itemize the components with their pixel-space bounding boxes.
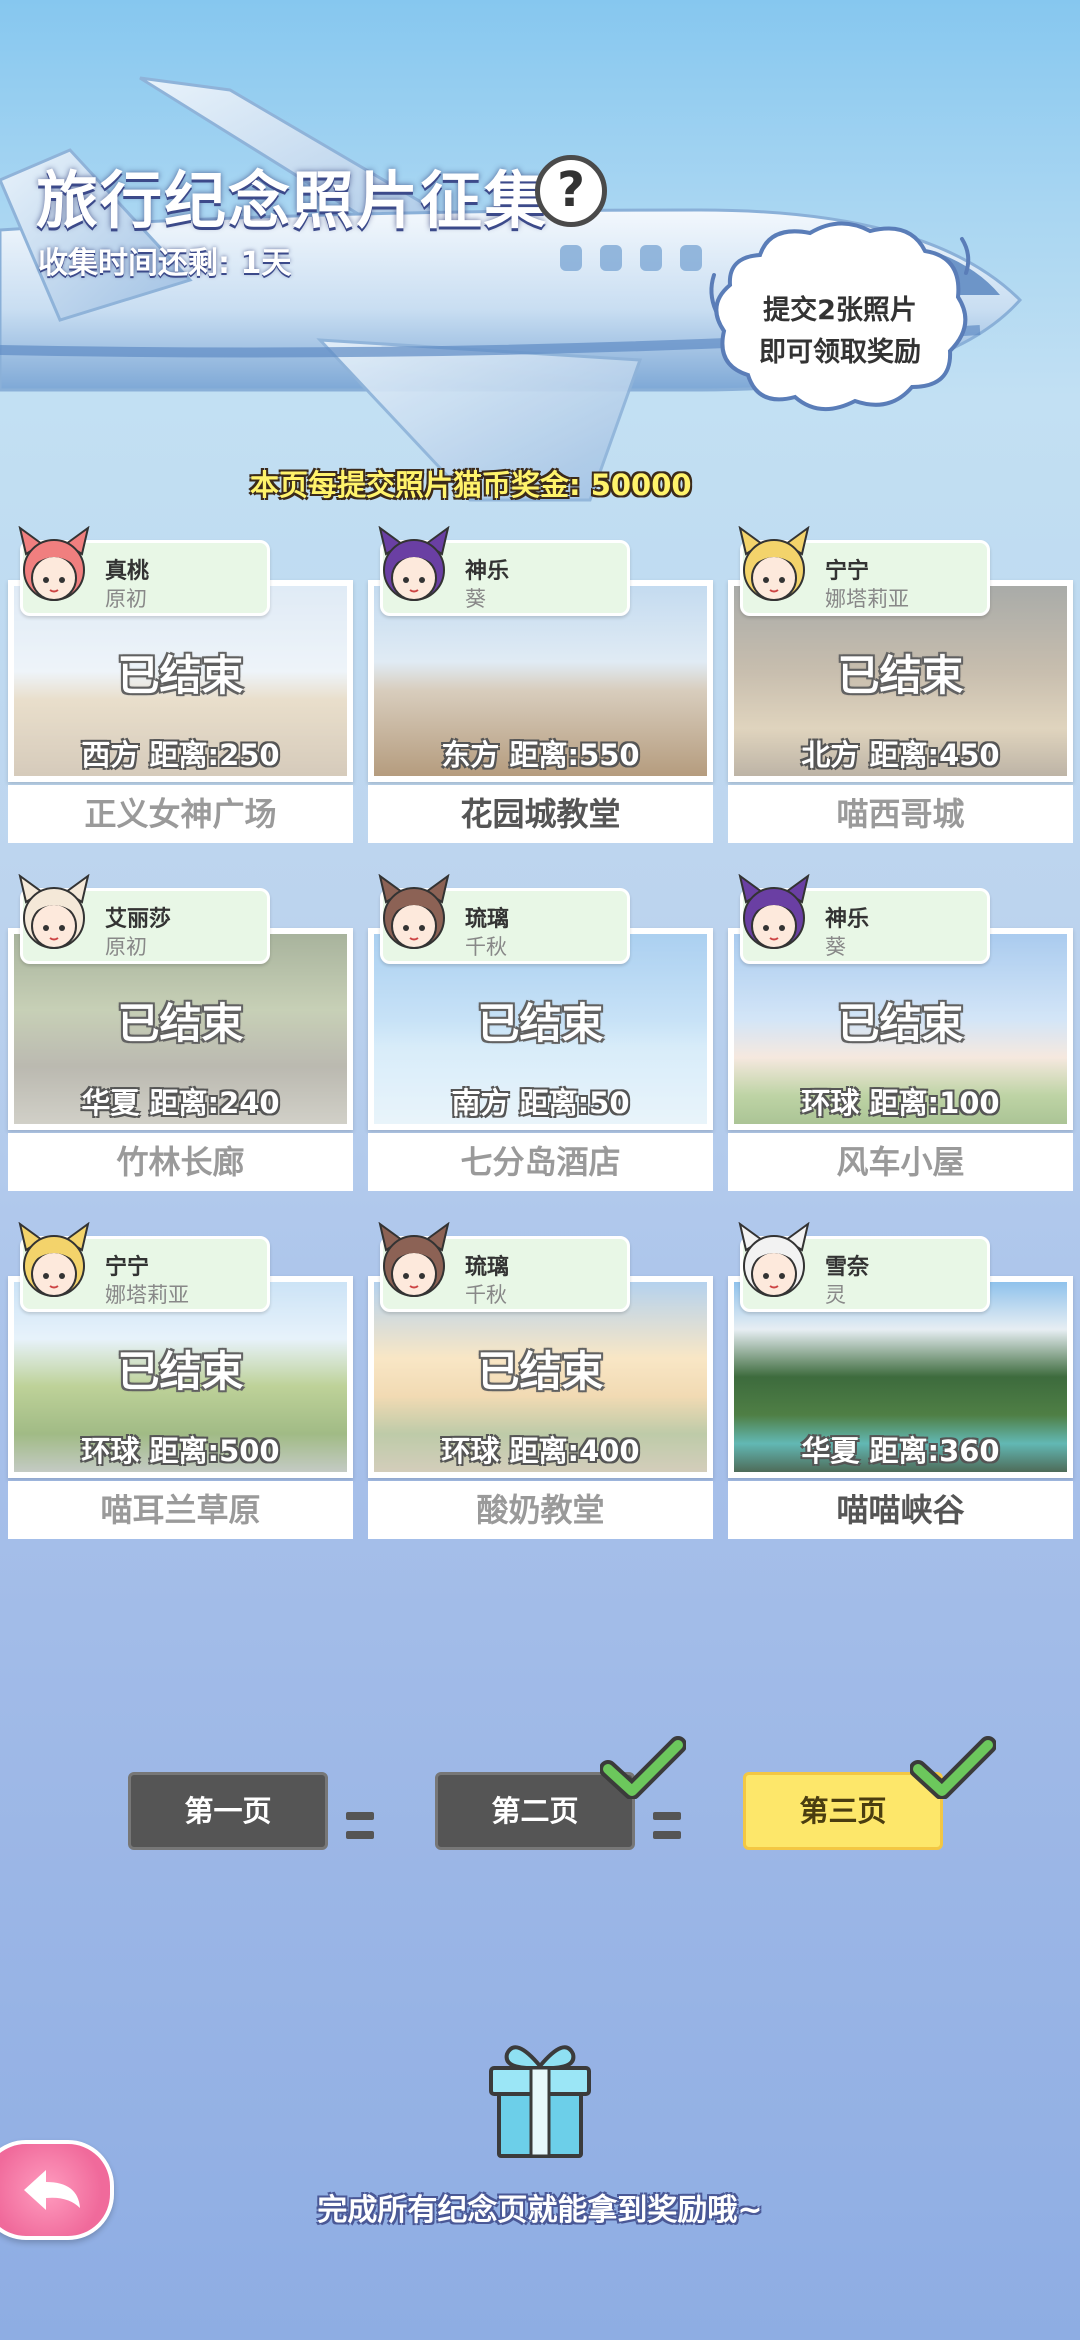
photo-card[interactable]: 已结束 华夏 距离:240 竹林长廊 艾丽莎 原初 (8, 874, 353, 1193)
page-bonus: 本页每提交照片猫币奖金: 50000 (250, 468, 692, 502)
location-name: 花园城教堂 (368, 785, 713, 843)
page-tab-1[interactable]: 第一页 (128, 1772, 328, 1850)
character-name: 神乐 (465, 559, 510, 584)
checkmark-icon (910, 1736, 996, 1799)
character-variant: 原初 (105, 935, 147, 959)
direction-distance: 环球 距离:100 (801, 1086, 1000, 1120)
character-variant: 娜塔莉亚 (105, 1283, 189, 1307)
character-avatar (18, 526, 90, 601)
character-avatar (738, 526, 810, 601)
direction-distance: 东方 距离:550 (441, 738, 640, 772)
character-avatar (738, 1222, 810, 1297)
page-connector (346, 1805, 418, 1839)
character-name: 真桃 (105, 559, 150, 584)
character-name: 琉璃 (465, 907, 510, 932)
character-name: 琉璃 (465, 1255, 510, 1280)
character-variant: 葵 (825, 935, 846, 959)
ended-label: 已结束 (117, 999, 244, 1048)
gift-box-icon[interactable] (485, 2040, 595, 2160)
photo-card[interactable]: 已结束 北方 距离:450 喵西哥城 宁宁 娜塔莉亚 (728, 526, 1073, 845)
ended-label: 已结束 (837, 651, 964, 700)
character-avatar (738, 874, 810, 949)
character-variant: 娜塔莉亚 (825, 587, 909, 611)
character-variant: 千秋 (465, 935, 507, 959)
character-avatar (378, 874, 450, 949)
back-button[interactable] (0, 2140, 114, 2240)
direction-distance: 南方 距离:50 (451, 1086, 630, 1120)
location-name: 竹林长廊 (8, 1133, 353, 1191)
photo-card[interactable]: 已结束 南方 距离:50 七分岛酒店 琉璃 千秋 (368, 874, 713, 1193)
photo-card[interactable]: 华夏 距离:360 喵喵峡谷 雪奈 灵 (728, 1222, 1073, 1541)
time-remaining: 收集时间还剩: 1天 (38, 246, 292, 281)
ended-label: 已结束 (477, 1347, 604, 1396)
character-name: 宁宁 (825, 559, 870, 584)
location-name: 酸奶教堂 (368, 1481, 713, 1539)
character-variant: 千秋 (465, 1283, 507, 1307)
reward-hint-line1: 提交2张照片 (763, 295, 917, 326)
checkmark-icon (600, 1736, 686, 1799)
direction-distance: 环球 距离:500 (81, 1434, 280, 1468)
location-name: 喵西哥城 (728, 785, 1073, 843)
character-variant: 灵 (825, 1283, 846, 1307)
character-name: 艾丽莎 (105, 907, 172, 932)
ended-label: 已结束 (117, 651, 244, 700)
location-name: 正义女神广场 (8, 785, 353, 843)
photo-card[interactable]: 已结束 环球 距离:500 喵耳兰草原 宁宁 娜塔莉亚 (8, 1222, 353, 1541)
character-avatar (18, 874, 90, 949)
character-name: 宁宁 (105, 1255, 150, 1280)
location-name: 七分岛酒店 (368, 1133, 713, 1191)
event-title: 旅行纪念照片征集 (36, 164, 549, 237)
character-name: 神乐 (825, 907, 870, 932)
photo-card[interactable]: 已结束 环球 距离:100 风车小屋 神乐 葵 (728, 874, 1073, 1193)
direction-distance: 环球 距离:400 (441, 1434, 640, 1468)
question-mark-icon[interactable]: ? (535, 155, 607, 227)
photo-card[interactable]: 已结束 环球 距离:400 酸奶教堂 琉璃 千秋 (368, 1222, 713, 1541)
character-avatar (378, 1222, 450, 1297)
reward-note: 完成所有纪念页就能拿到奖励哦~ (317, 2193, 763, 2228)
photo-card[interactable]: 已结束 西方 距离:250 正义女神广场 真桃 原初 (8, 526, 353, 845)
reward-hint: 提交2张照片 即可领取奖励 (720, 290, 960, 374)
character-name: 雪奈 (825, 1255, 870, 1280)
direction-distance: 西方 距离:250 (81, 738, 280, 772)
character-variant: 原初 (105, 587, 147, 611)
location-name: 喵耳兰草原 (8, 1481, 353, 1539)
direction-distance: 华夏 距离:240 (81, 1086, 280, 1120)
page-connector (653, 1805, 725, 1839)
photo-card[interactable]: 东方 距离:550 花园城教堂 神乐 葵 (368, 526, 713, 845)
character-variant: 葵 (465, 587, 486, 611)
direction-distance: 华夏 距离:360 (801, 1434, 1000, 1468)
character-avatar (18, 1222, 90, 1297)
reward-hint-line2: 即可领取奖励 (759, 337, 921, 368)
location-name: 喵喵峡谷 (728, 1481, 1073, 1539)
back-arrow-icon (24, 2170, 80, 2210)
ended-label: 已结束 (477, 999, 604, 1048)
character-avatar (378, 526, 450, 601)
ended-label: 已结束 (117, 1347, 244, 1396)
ended-label: 已结束 (837, 999, 964, 1048)
location-name: 风车小屋 (728, 1133, 1073, 1191)
direction-distance: 北方 距离:450 (801, 738, 1000, 772)
